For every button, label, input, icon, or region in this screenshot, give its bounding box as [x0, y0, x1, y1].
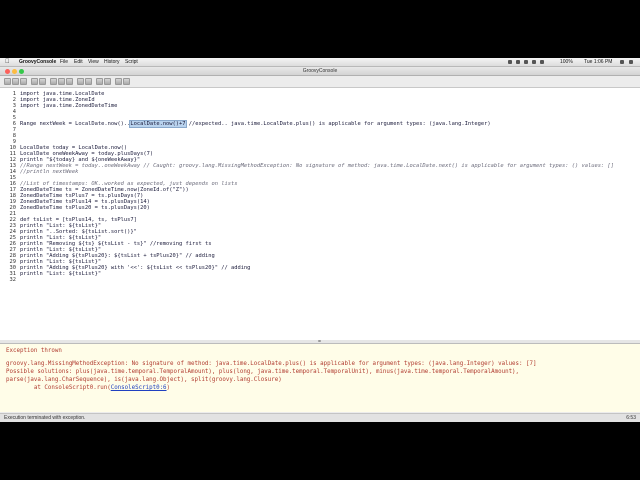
history-prev-icon[interactable] [96, 78, 103, 85]
stack-trace-suffix: ) [166, 385, 171, 391]
undo-icon[interactable] [31, 78, 38, 85]
toolbar [0, 76, 640, 88]
copy-icon[interactable] [58, 78, 65, 85]
splitter-handle-icon[interactable] [318, 340, 321, 342]
clock[interactable]: Tue 1:06 PM [584, 58, 612, 66]
status-bar: Execution terminated with exception. 6:5… [0, 413, 640, 422]
stack-trace-prefix: at ConsoleScript0.run( [6, 385, 111, 391]
caret-position: 6:53 [626, 415, 636, 421]
redo-icon[interactable] [39, 78, 46, 85]
save-icon[interactable] [20, 78, 27, 85]
dropbox-icon[interactable] [508, 60, 512, 64]
wifi-icon[interactable] [532, 60, 536, 64]
interrupt-icon[interactable] [123, 78, 130, 85]
menu-view[interactable]: View [88, 58, 99, 66]
notification-center-icon[interactable] [629, 60, 633, 64]
window-titlebar[interactable]: GroovyConsole [0, 67, 640, 76]
volume-icon[interactable] [540, 60, 544, 64]
menu-script[interactable]: Script [125, 58, 138, 66]
replace-icon[interactable] [85, 78, 92, 85]
paste-icon[interactable] [66, 78, 73, 85]
status-message: Execution terminated with exception. [4, 415, 86, 421]
open-icon[interactable] [12, 78, 19, 85]
desktop-screen:  GroovyConsole File Edit View History S… [0, 58, 640, 422]
menu-edit[interactable]: Edit [74, 58, 83, 66]
window-title: GroovyConsole [302, 68, 338, 74]
menu-file[interactable]: File [60, 58, 68, 66]
cloud-icon[interactable] [516, 60, 520, 64]
cut-icon[interactable] [50, 78, 57, 85]
code-line[interactable]: 32 [0, 277, 640, 283]
history-next-icon[interactable] [104, 78, 111, 85]
app-menu[interactable]: GroovyConsole [19, 58, 56, 66]
exception-message: groovy.lang.MissingMethodException: No s… [6, 361, 537, 367]
code-editor[interactable]: 1 import java.time.LocalDate 2 import java.… [0, 88, 640, 341]
apple-icon[interactable]:  [5, 58, 10, 66]
stack-trace-line: at ConsoleScript0.run(ConsoleScript0:6) [6, 385, 170, 391]
stack-trace-link[interactable]: ConsoleScript0:6 [111, 385, 167, 391]
possible-solutions-line: parse(java.lang.CharSequence), is(java.l… [6, 377, 282, 383]
find-icon[interactable] [77, 78, 84, 85]
possible-solutions-line: Possible solutions: plus(java.time.tempo… [6, 369, 520, 375]
menu-history[interactable]: History [104, 58, 120, 66]
line-number: 32 [9, 277, 17, 283]
menu-bar:  GroovyConsole File Edit View History S… [0, 58, 640, 67]
output-pane[interactable]: Exception thrown groovy.lang.MissingMeth… [0, 344, 640, 412]
run-script-icon[interactable] [115, 78, 122, 85]
battery-percent[interactable]: 100% [560, 58, 573, 66]
spotlight-icon[interactable] [620, 60, 624, 64]
exception-header: Exception thrown [6, 348, 62, 354]
bluetooth-icon[interactable] [524, 60, 528, 64]
new-file-icon[interactable] [4, 78, 11, 85]
